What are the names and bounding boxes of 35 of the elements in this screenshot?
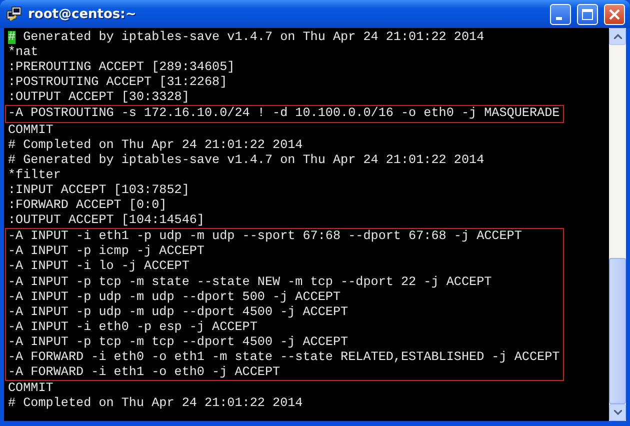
terminal-line: -A INPUT -p tcp -m tcp --dport 4500 -j ACCEPT	[8, 334, 350, 350]
terminal-line: :OUTPUT ACCEPT [30:3328]	[8, 90, 190, 106]
maximize-icon	[582, 8, 593, 20]
terminal-line: :INPUT ACCEPT [103:7852]	[8, 182, 190, 198]
terminal-line: -A POSTROUTING -s 172.16.10.0/24 ! -d 10.100.0.0/16 -o eth0 -j MASQUERADE	[8, 106, 560, 122]
terminal-line: # Generated by iptables-save v1.4.7 on Thu Apr 24 21:01:22 2014	[8, 152, 484, 168]
terminal-app-icon	[6, 6, 22, 22]
window-title: root@centos:~	[28, 6, 138, 22]
terminal-line: # Completed on Thu Apr 24 21:01:22 2014	[8, 138, 304, 153]
close-icon	[609, 8, 620, 20]
terminal-line: -A INPUT -p icmp -j ACCEPT	[8, 244, 206, 260]
terminal-line: -A FORWARD -i eth0 -o eth1 -m state --state RELATED,ESTABLISHED -j ACCEPT	[8, 350, 560, 366]
terminal-line: -A INPUT -p tcp -m state --state NEW -m tcp --dport 22 -j ACCEPT	[8, 274, 493, 290]
terminal-line: -A INPUT -i lo -j ACCEPT	[8, 259, 190, 274]
terminal-line: -A INPUT -p udp -m udp --dport 4500 -j ACCEPT	[8, 304, 350, 320]
terminal-line: -A INPUT -i eth0 -p esp -j ACCEPT	[8, 320, 258, 335]
terminal-line: -A INPUT -i eth1 -p udp -m udp --sport 67:68 --dport 67:68 -j ACCEPT	[8, 229, 523, 244]
terminal-line: # Completed on Thu Apr 24 21:01:22 2014	[8, 396, 303, 412]
terminal-line: -A INPUT -p udp -m udp --dport 500 -j ACCEPT	[8, 290, 342, 305]
terminal-line: COMMIT	[8, 381, 54, 396]
scroll-down-button[interactable]	[609, 404, 626, 421]
scrollbar-thumb[interactable]	[609, 258, 626, 404]
terminal-line: *nat	[8, 45, 40, 60]
maximize-button[interactable]	[577, 4, 598, 24]
close-button[interactable]	[604, 4, 625, 24]
minimize-icon	[556, 16, 562, 20]
terminal-line: *filter	[8, 168, 62, 183]
terminal-line: COMMIT	[8, 122, 54, 138]
terminal-line: -A FORWARD -i eth1 -o eth0 -j ACCEPT	[8, 365, 282, 380]
terminal-line: :FORWARD ACCEPT [0:0]	[8, 198, 168, 214]
scroll-up-button[interactable]	[609, 28, 626, 45]
minimize-button[interactable]	[550, 4, 571, 24]
terminal-line: :OUTPUT ACCEPT [104:14546]	[8, 213, 206, 228]
terminal-line: :PREROUTING ACCEPT [289:34605]	[8, 60, 236, 76]
terminal-line: :POSTROUTING ACCEPT [31:2268]	[8, 75, 228, 90]
